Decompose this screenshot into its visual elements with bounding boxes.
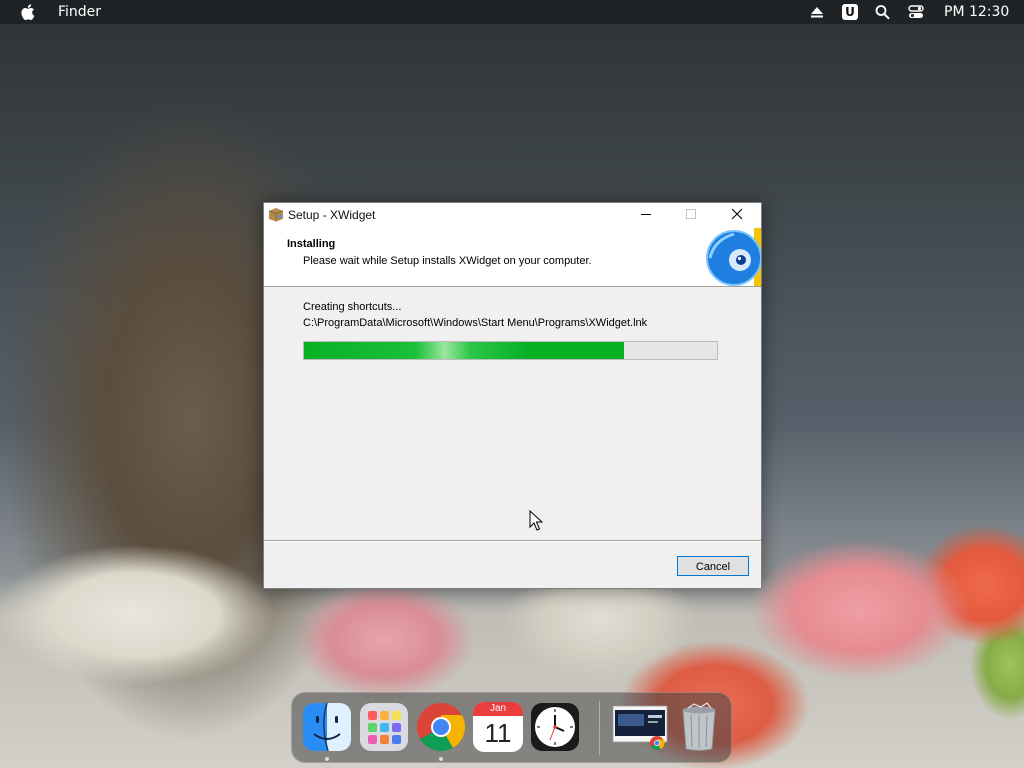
window-thumbnail[interactable] — [612, 702, 668, 752]
xwidget-logo-icon — [706, 228, 761, 286]
mouse-pointer-icon — [529, 510, 543, 531]
calendar-icon[interactable]: Jan 11 — [473, 702, 523, 752]
maximize-icon — [686, 209, 696, 219]
apple-logo-icon[interactable] — [21, 3, 37, 21]
setup-window: Setup - XWidget Installing Please wait w… — [263, 202, 762, 589]
chrome-running-indicator — [439, 757, 443, 761]
window-title: Setup - XWidget — [288, 208, 376, 222]
minimize-button[interactable] — [624, 203, 669, 226]
installer-box-icon — [268, 208, 284, 222]
progress-bar — [303, 341, 718, 360]
search-icon[interactable] — [875, 4, 890, 20]
title-bar[interactable]: Setup - XWidget — [264, 203, 761, 226]
dock-separator — [599, 701, 600, 755]
chrome-icon[interactable] — [416, 702, 466, 752]
active-app-name[interactable]: Finder — [58, 4, 101, 20]
calendar-day: 11 — [484, 718, 512, 748]
status-text: Creating shortcuts... — [303, 301, 402, 313]
launchpad-icon[interactable] — [359, 702, 409, 752]
close-icon — [731, 208, 743, 220]
maximize-button — [669, 203, 714, 226]
u-badge-icon[interactable]: U — [842, 4, 858, 20]
u-badge-label: U — [845, 5, 855, 19]
control-center-icon[interactable] — [908, 4, 924, 20]
eject-icon[interactable] — [810, 4, 824, 20]
menu-bar-clock[interactable]: PM 12:30 — [944, 4, 1009, 20]
calendar-month: Jan — [473, 702, 523, 716]
progress-fill — [304, 342, 625, 359]
clock-icon[interactable] — [530, 702, 580, 752]
page-title: Installing — [287, 238, 336, 250]
footer-divider-highlight — [264, 541, 761, 542]
wizard-header: Installing Please wait while Setup insta… — [264, 226, 761, 287]
finder-icon[interactable] — [302, 702, 352, 752]
cancel-button[interactable]: Cancel — [677, 556, 749, 576]
close-button[interactable] — [714, 203, 759, 226]
menu-bar: Finder U PM 12:30 — [0, 0, 1024, 24]
page-subtitle: Please wait while Setup installs XWidget… — [303, 255, 592, 267]
trash-icon[interactable] — [674, 702, 724, 752]
dock: Jan 11 — [291, 692, 732, 763]
minimize-icon — [641, 214, 651, 215]
file-path-text: C:\ProgramData\Microsoft\Windows\Start M… — [303, 317, 648, 329]
finder-running-indicator — [325, 757, 329, 761]
